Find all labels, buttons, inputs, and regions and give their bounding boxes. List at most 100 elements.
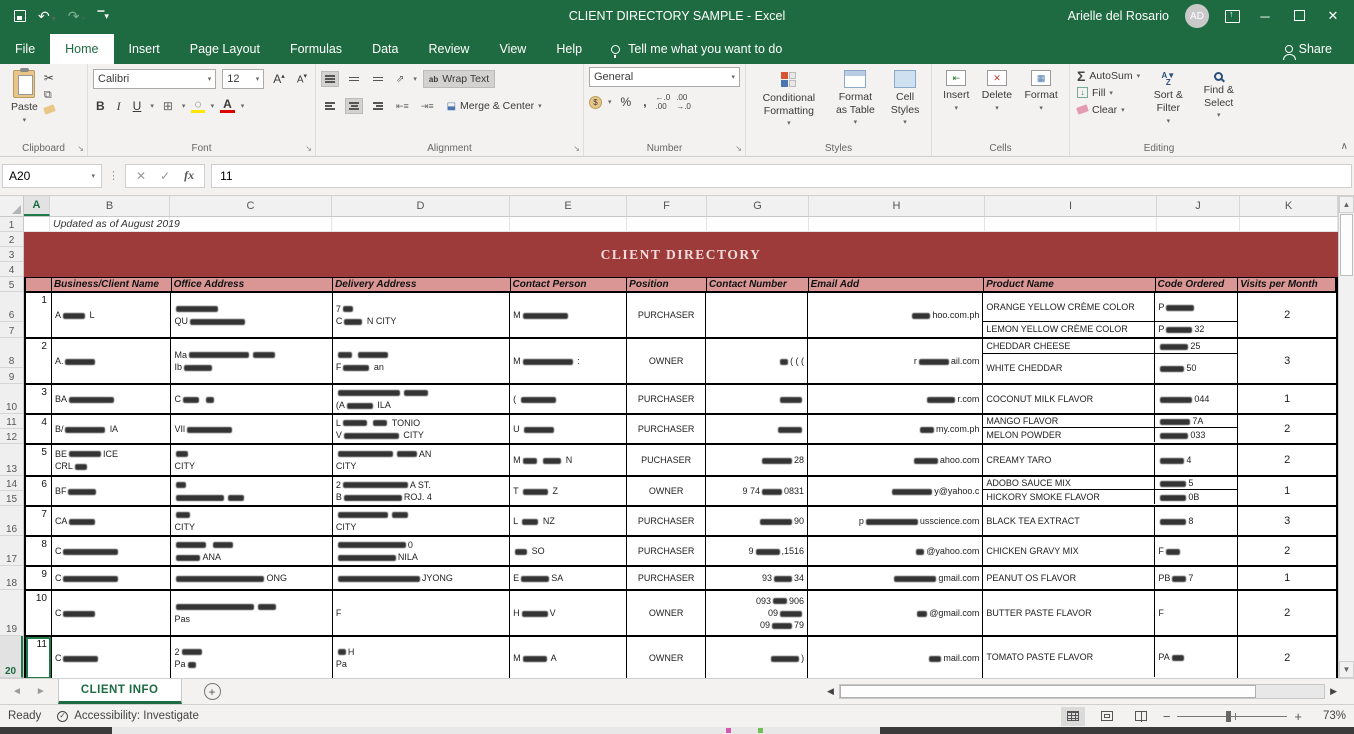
cell-row-number[interactable]: 5 xyxy=(26,445,52,475)
header-visits-per-month[interactable]: Visits per Month xyxy=(1238,278,1336,291)
cell-D1[interactable] xyxy=(332,217,510,232)
cell-business-name[interactable]: A L xyxy=(52,293,172,337)
cell-email[interactable]: hoo.com.ph xyxy=(808,293,984,337)
align-left-icon[interactable] xyxy=(321,98,339,114)
cell-business-name[interactable]: C xyxy=(52,537,172,565)
find-select-button[interactable]: Find & Select ▾ xyxy=(1195,69,1243,124)
font-color-icon[interactable]: A xyxy=(220,98,235,113)
tab-formulas[interactable]: Formulas xyxy=(275,34,357,64)
delete-cells-button[interactable]: ✕ Delete ▾ xyxy=(976,67,1018,116)
cell-position[interactable]: PURCHASER xyxy=(627,537,707,565)
header-office-address[interactable]: Office Address xyxy=(172,278,334,291)
cell-contact-person[interactable]: M xyxy=(510,293,627,337)
cell-code-ordered[interactable]: 25 xyxy=(1155,339,1237,353)
header-blank[interactable] xyxy=(26,278,52,291)
cell-product-name[interactable]: MANGO FLAVOR xyxy=(983,415,1156,427)
cell-A1[interactable] xyxy=(24,217,50,232)
insert-cells-button[interactable]: ⇤ Insert ▾ xyxy=(937,67,975,116)
tab-file[interactable]: File xyxy=(0,34,50,64)
column-header-K[interactable]: K xyxy=(1240,196,1338,216)
redo-button[interactable]: ↷ ▾ xyxy=(68,9,86,23)
align-middle-icon[interactable] xyxy=(345,73,363,86)
cell-H1[interactable] xyxy=(809,217,985,232)
column-header-H[interactable]: H xyxy=(809,196,985,216)
row-header-2[interactable]: 2 xyxy=(0,232,23,247)
column-header-J[interactable]: J xyxy=(1157,196,1240,216)
new-sheet-icon[interactable]: + xyxy=(203,683,221,700)
row-header-13[interactable]: 13 xyxy=(0,444,23,476)
zoom-slider[interactable] xyxy=(1177,710,1288,722)
hscroll-right-icon[interactable]: ▶ xyxy=(1327,686,1340,697)
sheet-tab-client-info[interactable]: CLIENT INFO xyxy=(57,679,182,704)
cell-email[interactable]: ahoo.com xyxy=(808,445,984,475)
close-button[interactable]: ✕ xyxy=(1324,8,1342,24)
normal-view-button[interactable] xyxy=(1060,706,1085,726)
cell-office-address[interactable]: ANA xyxy=(171,537,333,565)
cell-row-number[interactable]: 3 xyxy=(26,385,52,413)
cell-email[interactable]: mail.com xyxy=(808,637,984,678)
cell-code-ordered[interactable]: F xyxy=(1155,537,1237,565)
horizontal-scrollbar[interactable]: ◀ ▶ xyxy=(824,679,1354,704)
updated-note[interactable]: Updated as of August 2019 xyxy=(50,217,180,232)
cell-contact-number[interactable]: 093 906 09 09 79 xyxy=(706,591,809,635)
align-center-icon[interactable] xyxy=(345,98,363,114)
cell-contact-person[interactable]: SO xyxy=(510,537,627,565)
cell-product-name[interactable]: ORANGE YELLOW CRÈME COLOR xyxy=(983,293,1156,321)
cell-code-ordered[interactable]: P 32 xyxy=(1155,322,1237,337)
avatar[interactable]: AD xyxy=(1185,4,1209,28)
cell-contact-number[interactable]: 90 xyxy=(706,507,809,535)
increase-indent-icon[interactable]: ⇥≡ xyxy=(418,101,437,112)
cell-contact-person[interactable]: T Z xyxy=(510,477,627,505)
cell-contact-person[interactable]: HV xyxy=(510,591,627,635)
cut-icon[interactable]: ✂ xyxy=(44,71,55,85)
cell-code-ordered[interactable]: F xyxy=(1155,591,1237,635)
row-header-15[interactable]: 15 xyxy=(0,491,23,506)
header-email-add[interactable]: Email Add xyxy=(809,278,985,291)
cell-product-name[interactable]: WHITE CHEDDAR xyxy=(983,354,1156,383)
merge-center-button[interactable]: ⬓ Merge & Center ▾ xyxy=(443,98,546,114)
cell-business-name[interactable]: CA xyxy=(52,507,172,535)
borders-icon[interactable]: ⊞ xyxy=(160,99,176,113)
cell-row-number[interactable]: 11 xyxy=(26,637,52,678)
cell-contact-number[interactable] xyxy=(706,385,809,413)
row-header-18[interactable]: 18 xyxy=(0,566,23,590)
tab-data[interactable]: Data xyxy=(357,34,413,64)
header-position[interactable]: Position xyxy=(627,278,707,291)
clear-button[interactable]: Clear ▾ xyxy=(1075,101,1142,118)
cell-contact-number[interactable]: 9 74 0831 xyxy=(706,477,809,505)
row-header-10[interactable]: 10 xyxy=(0,384,23,414)
cell-visits-per-month[interactable]: 1 xyxy=(1238,567,1336,589)
cell-row-number[interactable]: 10 xyxy=(26,591,52,635)
cell-business-name[interactable]: C xyxy=(52,567,172,589)
cell-contact-person[interactable]: M : xyxy=(510,339,627,383)
row-header-4[interactable]: 4 xyxy=(0,262,23,277)
orientation-icon[interactable]: ⇗ xyxy=(393,74,407,85)
horizontal-scroll-thumb[interactable] xyxy=(839,685,1257,698)
cell-code-ordered[interactable]: 0B xyxy=(1155,490,1237,504)
cell-row-number[interactable]: 9 xyxy=(26,567,52,589)
cell-product-name[interactable]: CREAMY TARO xyxy=(983,445,1156,475)
cell-delivery-address[interactable]: L TONIO V CITY xyxy=(333,415,511,443)
cell-email[interactable]: @yahoo.com xyxy=(808,537,984,565)
cell-code-ordered[interactable]: 044 xyxy=(1155,385,1237,413)
save-icon[interactable] xyxy=(14,10,26,22)
cell-office-address[interactable]: C xyxy=(171,385,333,413)
cell-business-name[interactable]: C xyxy=(52,591,172,635)
vertical-scroll-thumb[interactable] xyxy=(1340,214,1353,276)
cell-contact-number[interactable]: 9,1516 xyxy=(706,537,809,565)
cell-code-ordered[interactable]: 5 xyxy=(1155,477,1237,489)
cell-position[interactable]: OWNER xyxy=(627,477,707,505)
enter-icon[interactable]: ✓ xyxy=(160,169,170,183)
quick-access-dropdown-icon[interactable]: ▔▾ xyxy=(98,11,109,21)
cell-office-address[interactable]: QU xyxy=(171,293,333,337)
cell-product-name[interactable]: CHEDDAR CHEESE xyxy=(983,339,1156,353)
cell-delivery-address[interactable]: F an xyxy=(333,339,511,383)
header-contact-person[interactable]: Contact Person xyxy=(511,278,628,291)
hscroll-left-icon[interactable]: ◀ xyxy=(824,686,837,697)
wrap-text-button[interactable]: ab Wrap Text xyxy=(422,70,496,88)
cell-position[interactable]: PURCHASER xyxy=(627,293,707,337)
cell-I1[interactable] xyxy=(985,217,1157,232)
tell-me-box[interactable]: Tell me what you want to do xyxy=(597,34,796,64)
cell-visits-per-month[interactable]: 2 xyxy=(1238,537,1336,565)
cell-visits-per-month[interactable]: 2 xyxy=(1238,445,1336,475)
